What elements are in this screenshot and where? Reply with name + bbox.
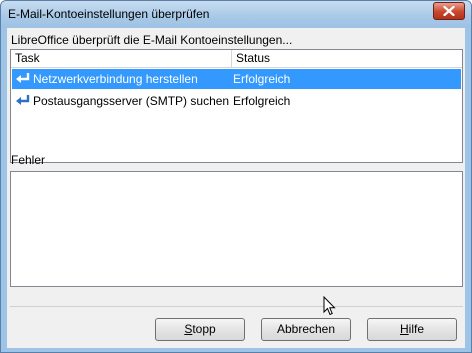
help-button[interactable]: Hilfe — [367, 318, 457, 341]
task-name: Netzwerkverbindung herstellen — [33, 72, 198, 86]
error-label: Fehler — [11, 153, 46, 167]
mouse-cursor-icon — [323, 296, 336, 316]
task-status: Erfolgreich — [233, 94, 291, 108]
column-header-task[interactable]: Task — [11, 50, 232, 68]
progress-header: LibreOffice überprüft die E-Mail Kontoei… — [11, 33, 293, 47]
separator — [10, 306, 463, 307]
return-arrow-icon — [16, 95, 30, 105]
help-label-rest: ilfe — [408, 322, 424, 336]
stop-label-rest: topp — [192, 322, 216, 336]
task-status: Erfolgreich — [233, 72, 291, 86]
close-icon — [443, 6, 455, 16]
help-mnemonic: H — [399, 322, 409, 336]
task-name: Postausgangsserver (SMTP) suchen — [33, 94, 230, 108]
dialog-body: LibreOffice überprüft die E-Mail Kontoei… — [7, 28, 465, 348]
return-arrow-icon — [16, 73, 30, 83]
close-button[interactable] — [433, 2, 465, 20]
error-textbox[interactable] — [10, 171, 463, 287]
task-row[interactable]: Postausgangsserver (SMTP) suchen Erfolgr… — [12, 91, 461, 111]
stop-button[interactable]: Stopp — [155, 318, 245, 341]
window-title: E-Mail-Kontoeinstellungen überprüfen — [8, 7, 210, 21]
title-bar[interactable]: E-Mail-Kontoeinstellungen überprüfen — [1, 1, 471, 27]
column-header-status[interactable]: Status — [232, 50, 462, 68]
task-row[interactable]: Netzwerkverbindung herstellen Erfolgreic… — [12, 69, 461, 89]
task-list[interactable]: Task Status Netzwerkverbindung herstelle… — [10, 49, 463, 163]
dialog-window: E-Mail-Kontoeinstellungen überprüfen Lib… — [0, 0, 472, 353]
cancel-button[interactable]: Abbrechen — [261, 318, 351, 341]
